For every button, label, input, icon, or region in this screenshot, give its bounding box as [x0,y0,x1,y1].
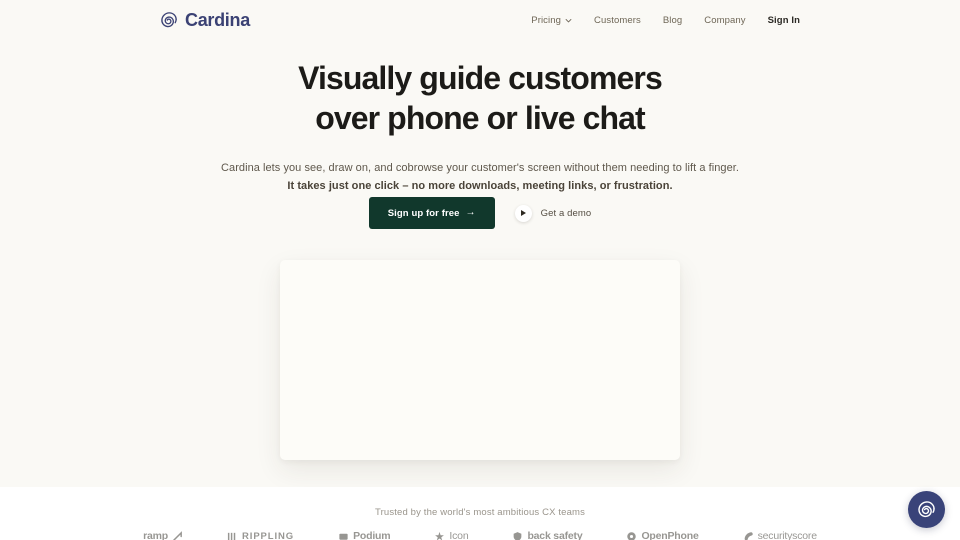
nav-item-customers[interactable]: Customers [594,15,641,26]
logo-podium: Podium [338,530,391,540]
nav-item-pricing-label: Pricing [531,14,562,26]
nav-item-customers-label: Customers [594,14,641,26]
securityscore-mark-icon [744,532,753,540]
logo-openphone-label: OpenPhone [641,530,699,540]
logo-securityscore: securityscore [743,531,817,540]
logo-ramp: ramp [143,531,183,540]
get-a-demo-label: Get a demo [540,207,592,219]
openphone-mark-icon [627,532,637,540]
cta-row: Sign up for free → Get a demo [0,197,960,229]
sign-up-button-label: Sign up for free [387,207,460,219]
play-icon [514,204,532,222]
customer-logo-row: ramp RIPPLING Podium Icon back safety Op… [0,531,960,540]
nav-item-pricing[interactable]: Pricing [531,15,572,26]
chat-widget-button[interactable] [908,491,945,528]
rippling-mark-icon [227,532,236,540]
brand-logo[interactable]: Cardina [160,11,250,29]
cardina-chat-icon [918,501,935,518]
podium-mark-icon [339,533,348,540]
logo-back-safety: back safety [512,530,583,540]
main-nav: Pricing Customers Blog Company Sign In [531,15,800,26]
page-title: Visually guide customers over phone or l… [0,58,960,138]
hero-video-card[interactable] [280,260,680,460]
logo-icon-label: Icon [449,530,469,540]
logo-rippling: RIPPLING [227,531,294,540]
logo-openphone: OpenPhone [626,530,699,540]
nav-item-blog-label: Blog [662,14,683,26]
sign-up-button[interactable]: Sign up for free → [368,197,495,229]
nav-item-sign-in-label: Sign In [767,14,800,26]
ramp-mark-icon [173,531,182,540]
trusted-by-section: Trusted by the world's most ambitious CX… [0,487,960,540]
chevron-down-icon [565,18,572,22]
hero-subhead: Cardina lets you see, draw on, and cobro… [0,159,960,195]
get-a-demo-button[interactable]: Get a demo [514,204,592,222]
logo-back-safety-label: back safety [527,530,583,540]
logo-icon: Icon [434,530,469,540]
hero-copy: Visually guide customers over phone or l… [0,58,960,195]
nav-item-company[interactable]: Company [704,15,745,26]
trusted-by-caption: Trusted by the world's most ambitious CX… [374,507,586,518]
site-header: Cardina Pricing Customers Blog Company S… [0,0,960,40]
landing-page: Cardina Pricing Customers Blog Company S… [0,0,960,540]
logo-podium-label: Podium [353,530,391,540]
nav-item-sign-in[interactable]: Sign In [768,15,800,26]
logo-securityscore-label: securityscore [757,530,817,540]
subhead-line-1: Cardina lets you see, draw on, and cobro… [221,162,739,174]
spiral-logo-icon [161,12,177,28]
icon-mark-icon [435,531,445,540]
nav-item-company-label: Company [704,14,746,26]
logo-rippling-label: RIPPLING [242,530,295,540]
brand-name: Cardina [185,10,250,30]
nav-item-blog[interactable]: Blog [663,15,682,26]
logo-ramp-label: ramp [143,530,169,540]
headline-line-1: Visually guide customers [298,60,663,96]
back-safety-mark-icon [514,532,522,540]
arrow-right-icon: → [465,207,476,218]
headline-line-2: over phone or live chat [315,100,646,136]
subhead-line-2: It takes just one click – no more downlo… [287,180,673,192]
